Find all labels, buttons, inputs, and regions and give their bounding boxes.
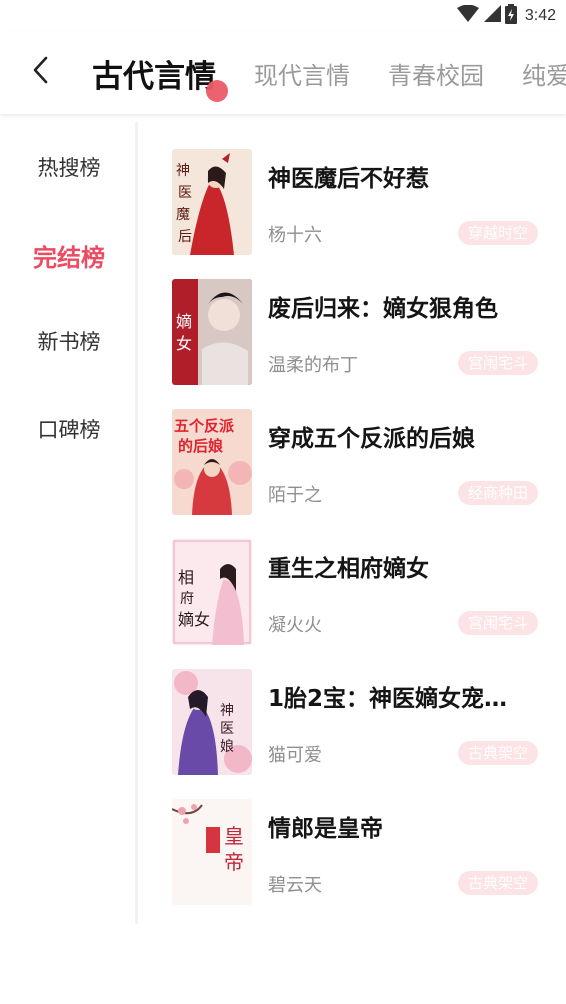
book-title: 情郎是皇帝 [268, 816, 383, 842]
list-item[interactable]: 嫡 女 废后归来：嫡女狠角色 温柔的布丁 宫闱宅斗 [140, 279, 566, 389]
book-cover: 五个反派 的后娘 [172, 409, 252, 515]
rail-item-hot-search[interactable]: 热搜榜 [0, 152, 138, 182]
book-author: 杨十六 [268, 225, 322, 246]
active-tab-indicator [206, 79, 228, 102]
book-list: 神 医 魔 后 神医魔后不好惹 杨十六 穿越时空 嫡 女 废后归来：嫡女狠角色 … [140, 122, 566, 924]
svg-text:魔: 魔 [176, 207, 190, 223]
book-cover: 皇 帝 [172, 799, 252, 905]
svg-text:神: 神 [176, 163, 190, 179]
status-icons: 3:42 [456, 4, 556, 28]
list-item[interactable]: 皇 帝 情郎是皇帝 碧云天 古典架空 [140, 799, 566, 909]
book-cover: 嫡 女 [172, 279, 252, 385]
book-title: 废后归来：嫡女狠角色 [268, 296, 498, 322]
tab-pure-love[interactable]: 纯爱 [522, 56, 566, 91]
book-title: 穿成五个反派的后娘 [268, 426, 475, 452]
rail-item-reputation[interactable]: 口碑榜 [0, 414, 138, 444]
tab-label: 青春校园 [388, 61, 484, 90]
svg-text:嫡: 嫡 [176, 312, 192, 331]
list-item[interactable]: 神 医 魔 后 神医魔后不好惹 杨十六 穿越时空 [140, 149, 566, 259]
book-author: 温柔的布丁 [268, 355, 358, 376]
svg-text:后: 后 [178, 229, 192, 245]
list-item[interactable]: 相 府 嫡女 重生之相府嫡女 凝火火 宫闱宅斗 [140, 539, 566, 649]
svg-text:帝: 帝 [224, 850, 244, 874]
genre-tag: 古典架空 [457, 871, 538, 895]
signal-icon [483, 5, 501, 27]
svg-text:皇: 皇 [224, 824, 244, 848]
book-title: 重生之相府嫡女 [268, 556, 429, 582]
chevron-left-icon [32, 56, 48, 88]
book-cover: 神 医 魔 后 [172, 149, 252, 255]
svg-text:女: 女 [176, 334, 192, 353]
svg-text:嫡女: 嫡女 [178, 610, 210, 629]
rail-item-new-books[interactable]: 新书榜 [0, 326, 138, 356]
back-button[interactable] [24, 52, 56, 92]
genre-tabs: 古代言情 现代言情 青春校园 纯爱 [92, 32, 566, 114]
tab-modern-romance[interactable]: 现代言情 [254, 56, 350, 91]
svg-text:的后娘: 的后娘 [178, 437, 224, 455]
book-author: 陌于之 [268, 485, 322, 506]
tab-label: 现代言情 [254, 61, 350, 90]
ranking-rail: 热搜榜 完结榜 新书榜 口碑榜 [0, 122, 138, 924]
svg-text:神: 神 [220, 703, 234, 719]
category-header: 古代言情 现代言情 青春校园 纯爱 [0, 32, 566, 114]
svg-text:相: 相 [178, 568, 194, 587]
tab-label: 古代言情 [92, 58, 216, 95]
list-item[interactable]: 五个反派 的后娘 穿成五个反派的后娘 陌于之 经商种田 [140, 409, 566, 519]
svg-text:医: 医 [220, 721, 234, 737]
status-time: 3:42 [524, 7, 556, 24]
rail-item-completed[interactable]: 完结榜 [0, 238, 138, 273]
svg-text:府: 府 [180, 591, 194, 607]
genre-tag: 经商种田 [457, 481, 538, 505]
svg-text:五个反派: 五个反派 [174, 417, 235, 435]
book-title: 1胎2宝：神医嫡女宠… [268, 686, 508, 712]
book-author: 凝火火 [268, 615, 322, 636]
genre-tag: 宫闱宅斗 [457, 611, 538, 635]
wifi-icon [456, 4, 479, 27]
tab-ancient-romance[interactable]: 古代言情 [92, 51, 228, 102]
list-item[interactable]: 神 医 娘 1胎2宝：神医嫡女宠… 猫可爱 古典架空 [140, 669, 566, 779]
book-author: 猫可爱 [268, 745, 322, 766]
status-bar: 3:42 [0, 0, 566, 32]
tab-label: 纯爱 [522, 61, 566, 90]
genre-tag: 古典架空 [457, 741, 538, 765]
battery-icon [504, 4, 517, 28]
tab-youth-campus[interactable]: 青春校园 [388, 56, 484, 91]
genre-tag: 宫闱宅斗 [457, 351, 538, 375]
svg-text:娘: 娘 [220, 739, 234, 755]
svg-text:医: 医 [178, 185, 192, 201]
book-title: 神医魔后不好惹 [268, 166, 429, 192]
book-author: 碧云天 [268, 875, 322, 896]
book-cover: 神 医 娘 [172, 669, 252, 775]
book-cover: 相 府 嫡女 [172, 539, 252, 645]
genre-tag: 穿越时空 [457, 221, 538, 245]
